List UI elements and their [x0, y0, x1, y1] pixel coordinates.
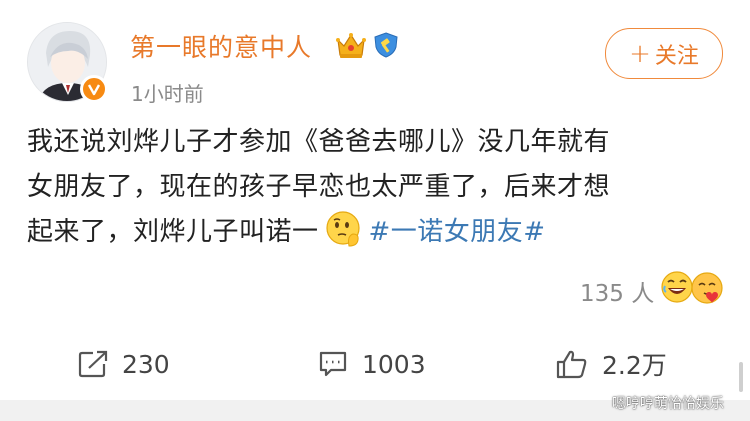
post-text: 我还说刘烨儿子才参加《爸爸去哪儿》没几年就有 女朋友了，现在的孩子早恋也太严重了…	[27, 120, 727, 255]
repost-button[interactable]: 230	[78, 336, 170, 392]
shield-icon	[374, 32, 398, 58]
thinking-emoji-icon	[325, 211, 360, 247]
watermark: 嗯哼哼萌怡怡娱乐	[612, 396, 724, 412]
hashtag-link[interactable]: #一诺女朋友#	[369, 217, 546, 247]
weibo-post: 第一眼的意中人 1小时前 + 关注 我还说刘烨儿子才参加《爸爸去哪儿》没几年就有…	[0, 0, 750, 400]
plus-icon: +	[629, 38, 651, 69]
timestamp: 1小时前	[131, 82, 204, 106]
post-line-last: 起来了，刘烨儿子叫诺一 #一诺女朋友#	[27, 210, 727, 255]
post-line: 我还说刘烨儿子才参加《爸爸去哪儿》没几年就有	[27, 127, 611, 157]
post-line: 女朋友了，现在的孩子早恋也太严重了，后来才想	[27, 172, 611, 202]
follow-label: 关注	[654, 43, 699, 69]
post-line-text: 起来了，刘烨儿子叫诺一	[27, 217, 319, 247]
follow-button[interactable]: + 关注	[605, 28, 723, 79]
crown-icon	[336, 33, 366, 58]
reaction-count[interactable]: 135 人	[580, 274, 654, 308]
like-count: 2.2万	[602, 351, 667, 380]
comment-button[interactable]: 1003	[318, 336, 426, 392]
username[interactable]: 第一眼的意中人	[130, 28, 312, 64]
repost-icon	[78, 350, 108, 378]
comment-count: 1003	[362, 349, 426, 379]
comment-icon	[319, 351, 347, 377]
like-button[interactable]: 2.2万	[556, 336, 667, 392]
avatar[interactable]	[27, 22, 108, 103]
laugh-emoji-icon[interactable]	[660, 270, 694, 304]
repost-count: 230	[122, 349, 170, 379]
thumbs-up-icon	[556, 350, 587, 379]
love-emoji-icon[interactable]	[690, 271, 724, 305]
scrollbar[interactable]	[739, 362, 743, 392]
action-bar: 230 1003 2.2万	[0, 336, 750, 392]
verified-badge-icon	[80, 75, 108, 103]
